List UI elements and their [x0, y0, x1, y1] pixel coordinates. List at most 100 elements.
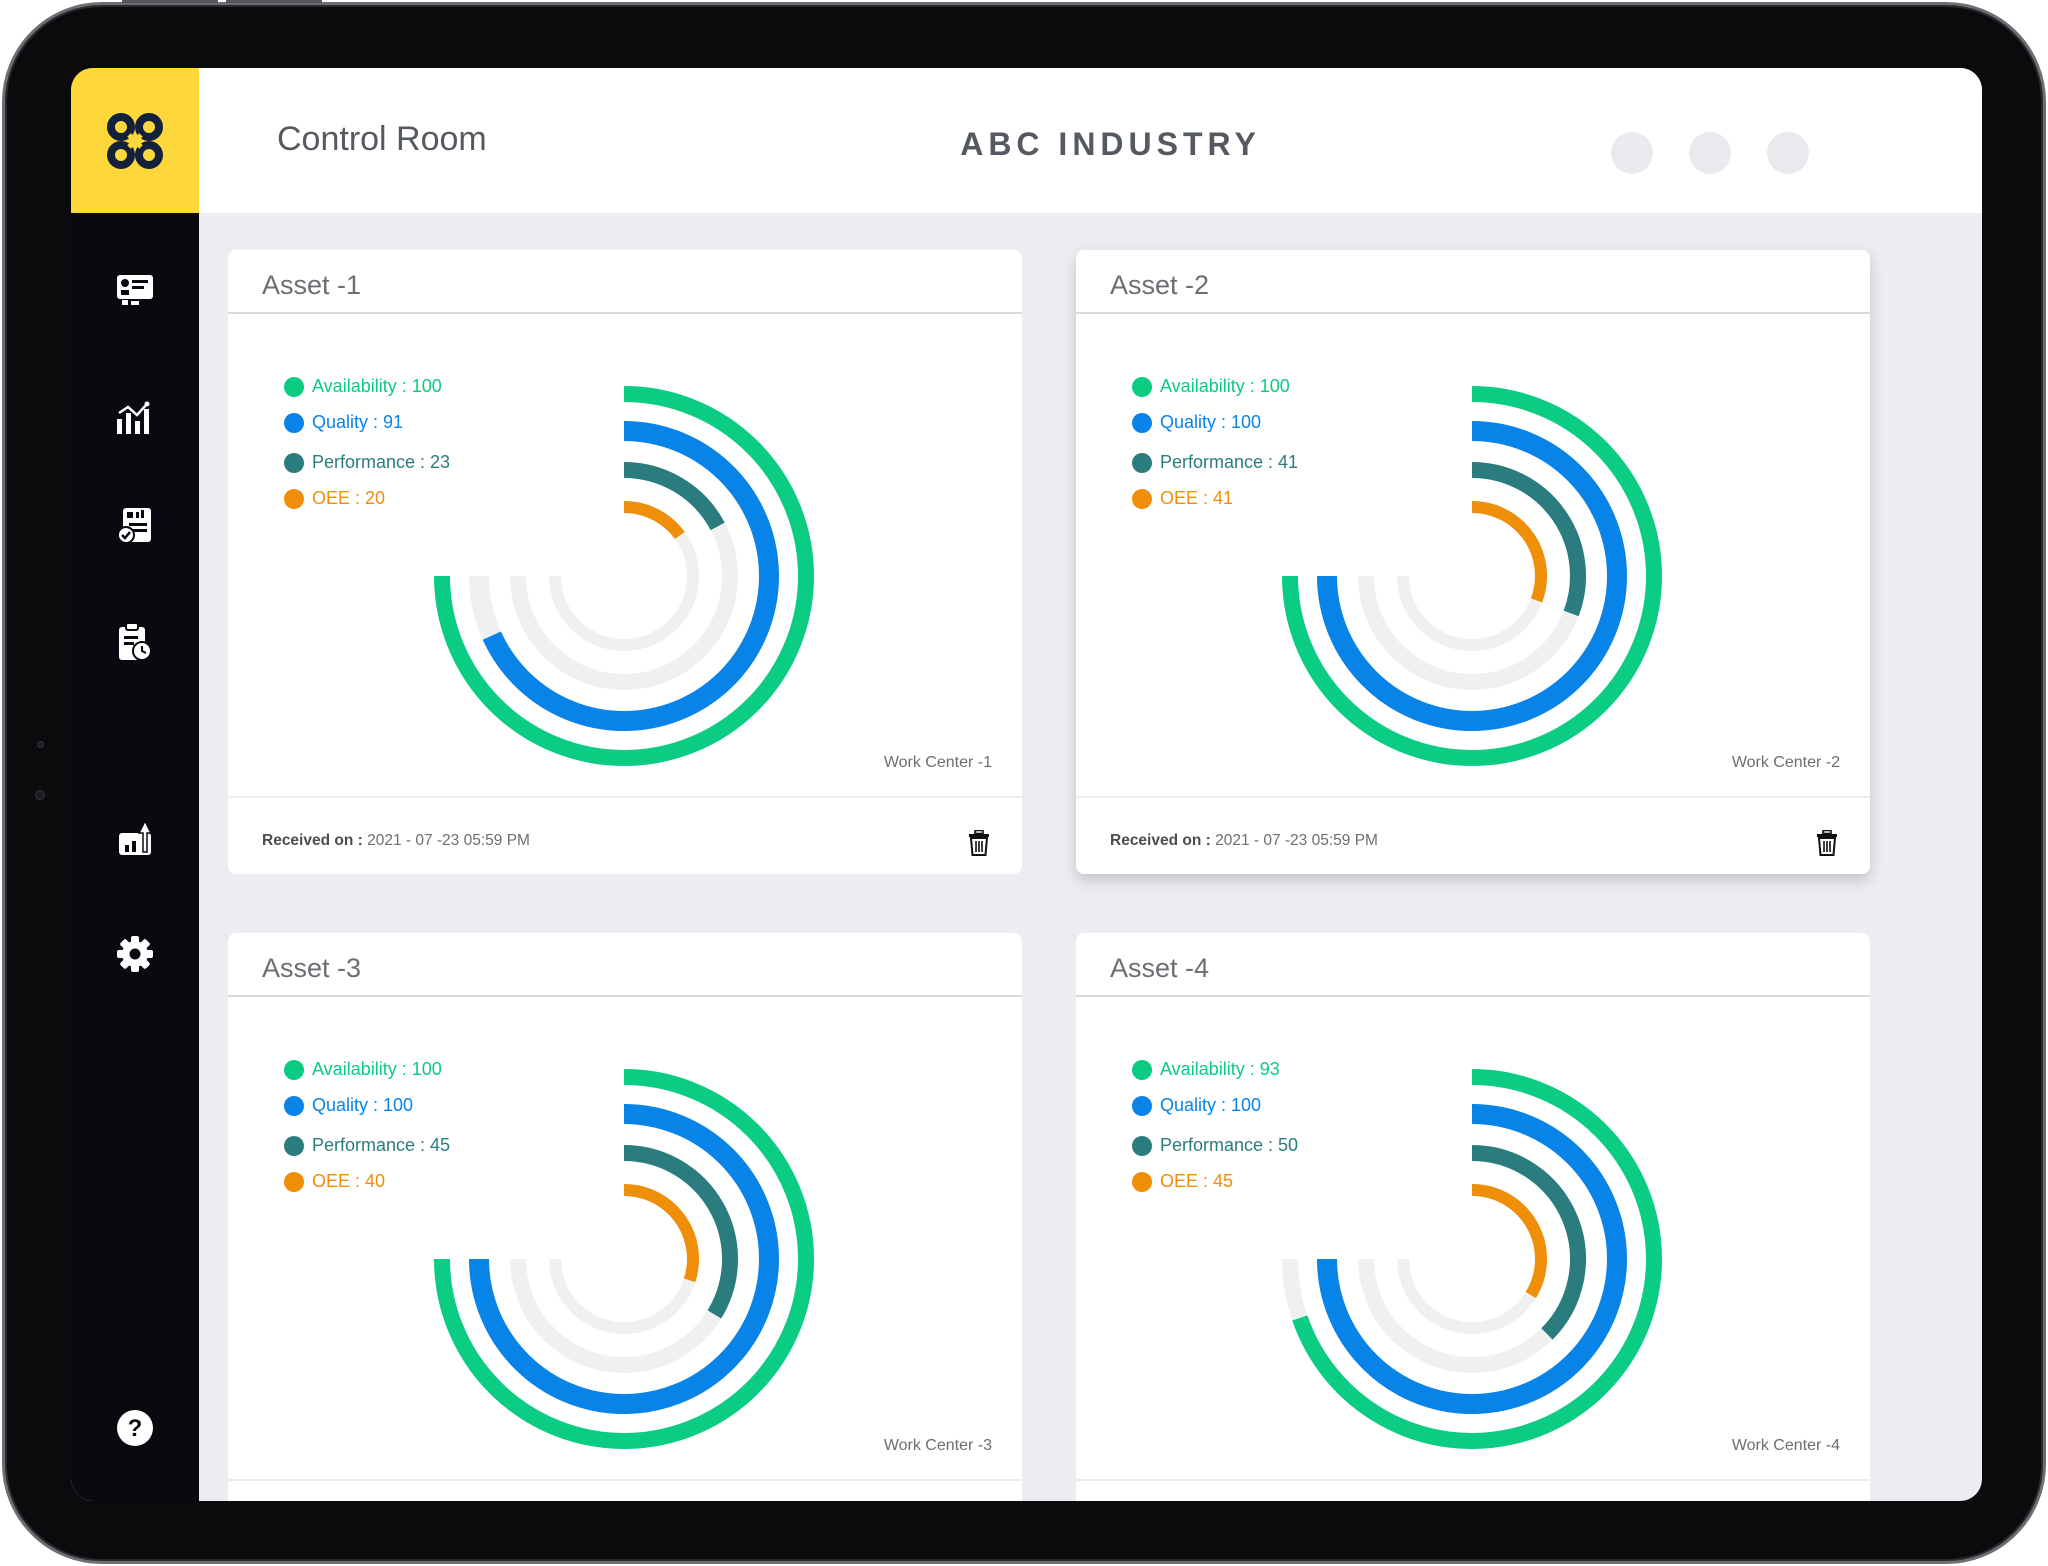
quality-label: Quality : 91 — [312, 412, 404, 432]
top-bar: Control Room ABC INDUSTRY — [199, 68, 1982, 213]
help-button[interactable]: ? — [115, 1408, 155, 1448]
nav-growth[interactable] — [115, 818, 155, 858]
quality-dot — [1132, 1095, 1152, 1116]
availability-arc — [434, 1069, 814, 1449]
availability-label: Availability : 100 — [1160, 376, 1290, 396]
nav-reports[interactable] — [115, 506, 155, 546]
received-value: 2021 - 07 -23 05:59 PM — [1215, 832, 1378, 849]
oee-label: OEE : 45 — [1160, 1171, 1234, 1191]
card-header: Asset -1 — [228, 250, 1022, 314]
dashboard-card-icon — [117, 275, 153, 305]
legend-quality: Quality : 100 — [1132, 1095, 1261, 1116]
availability-label: Availability : 100 — [312, 1059, 442, 1079]
work-center-label: Work Center -2 — [1731, 754, 1840, 771]
card-footer — [1076, 1479, 1870, 1501]
oee-label: OEE : 41 — [1160, 488, 1234, 508]
help-icon: ? — [117, 1410, 153, 1446]
app-logo[interactable] — [71, 68, 199, 213]
asset-card[interactable]: Asset -4 Availability : 93 Quality : 100… — [1076, 933, 1870, 1501]
asset-title: Asset -4 — [1110, 953, 1210, 983]
card-footer — [228, 1479, 1022, 1501]
quality-label: Quality : 100 — [312, 1095, 414, 1115]
sidebar: ? — [71, 68, 199, 1501]
legend-availability: Availability : 100 — [284, 376, 442, 397]
card-footer: Received on : 2021 - 07 -23 05:59 PM — [228, 796, 1022, 874]
header-action-button[interactable] — [1611, 132, 1653, 174]
analytics-chart-icon — [117, 401, 150, 434]
legend-oee: OEE : 45 — [1132, 1171, 1233, 1192]
app-screen: ? Control Room ABC INDUSTRY Asset -1 Ava… — [71, 68, 1982, 1501]
legend-quality: Quality : 91 — [284, 412, 403, 433]
legend-oee: OEE : 40 — [284, 1171, 385, 1192]
availability-arc — [434, 386, 814, 766]
performance-dot — [284, 452, 304, 473]
growth-report-icon — [119, 819, 153, 855]
radial-gauge — [434, 386, 814, 766]
work-center-label: Work Center -3 — [883, 1437, 992, 1454]
availability-dot — [1132, 376, 1152, 397]
radial-gauge — [1282, 1069, 1662, 1449]
radial-gauge — [434, 1069, 814, 1449]
nav-schedule[interactable] — [115, 622, 155, 662]
performance-dot — [284, 1135, 304, 1156]
legend-quality: Quality : 100 — [1132, 412, 1261, 433]
legend-oee: OEE : 20 — [284, 488, 385, 509]
card-header: Asset -4 — [1076, 933, 1870, 997]
volume-button — [226, 0, 322, 3]
settings-gear-icon — [117, 936, 153, 972]
performance-dot — [1132, 1135, 1152, 1156]
availability-dot — [284, 1059, 304, 1080]
received-timestamp: Received on : 2021 - 07 -23 05:59 PM — [262, 832, 530, 850]
delete-icon[interactable] — [1816, 830, 1838, 856]
legend-availability: Availability : 93 — [1132, 1059, 1280, 1080]
header-action-button[interactable] — [1767, 132, 1809, 174]
oee-label: OEE : 40 — [312, 1171, 386, 1191]
work-center-label: Work Center -4 — [1731, 1437, 1840, 1454]
schedule-clipboard-icon — [119, 622, 152, 661]
oee-dot — [284, 488, 304, 509]
oee-label: OEE : 20 — [312, 488, 386, 508]
work-center-label: Work Center -1 — [883, 754, 992, 771]
report-document-icon — [117, 508, 151, 544]
radial-gauge — [1282, 386, 1662, 766]
card-header: Asset -2 — [1076, 250, 1870, 314]
asset-title: Asset -2 — [1110, 270, 1210, 300]
legend-oee: OEE : 41 — [1132, 488, 1233, 509]
oee-arc — [1471, 501, 1547, 603]
legend-quality: Quality : 100 — [284, 1095, 413, 1116]
asset-card[interactable]: Asset -3 Availability : 100 Quality : 10… — [228, 933, 1022, 1501]
legend-availability: Availability : 100 — [1132, 376, 1290, 397]
received-label: Received on : — [262, 832, 363, 849]
received-label: Received on : — [1110, 832, 1211, 849]
oee-arc — [623, 1184, 699, 1283]
volume-button — [122, 0, 218, 3]
oee-dot — [1132, 1171, 1152, 1192]
oee-dot — [1132, 488, 1152, 509]
performance-dot — [1132, 452, 1152, 473]
camera-sensor — [37, 741, 44, 748]
performance-arc — [623, 1145, 738, 1319]
delete-icon[interactable] — [968, 830, 990, 856]
logo-icon — [107, 112, 163, 169]
quality-label: Quality : 100 — [1160, 412, 1262, 432]
quality-dot — [284, 1095, 304, 1116]
nav-analytics[interactable] — [115, 398, 155, 438]
quality-dot — [1132, 412, 1152, 433]
asset-card[interactable]: Asset -1 Availability : 100 Quality : 91… — [228, 250, 1022, 874]
camera-lens — [35, 790, 45, 800]
asset-title: Asset -3 — [262, 953, 362, 983]
oee-dot — [284, 1171, 304, 1192]
availability-arc — [1282, 386, 1662, 766]
card-header: Asset -3 — [228, 933, 1022, 997]
header-action-button[interactable] — [1689, 132, 1731, 174]
nav-dashboard[interactable] — [115, 270, 155, 310]
oee-arc — [623, 501, 685, 540]
quality-label: Quality : 100 — [1160, 1095, 1262, 1115]
availability-dot — [1132, 1059, 1152, 1080]
nav-settings[interactable] — [115, 934, 155, 974]
svg-text:?: ? — [128, 1415, 143, 1442]
quality-dot — [284, 412, 304, 433]
availability-arc — [1292, 1069, 1662, 1449]
asset-card[interactable]: Asset -2 Availability : 100 Quality : 10… — [1076, 250, 1870, 874]
received-timestamp: Received on : 2021 - 07 -23 05:59 PM — [1110, 832, 1378, 850]
